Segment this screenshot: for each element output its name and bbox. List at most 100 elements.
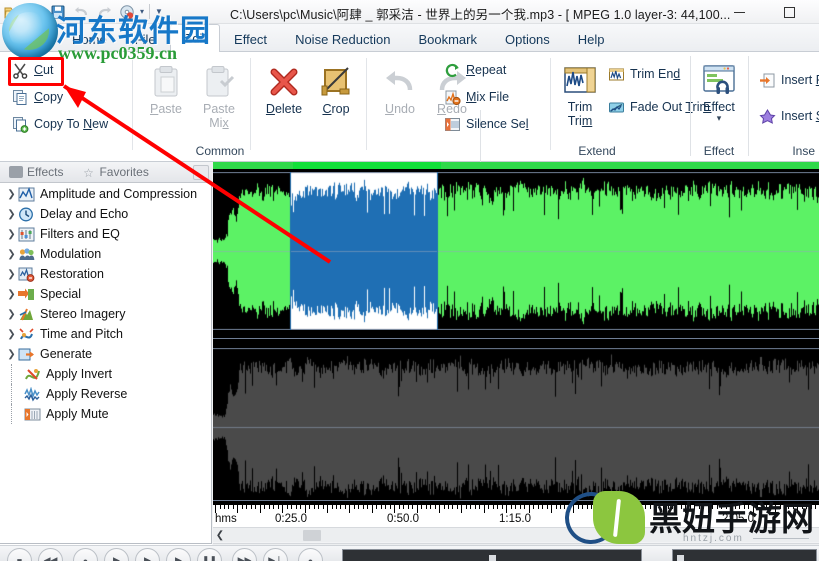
- tree-item[interactable]: ❯ Time and Pitch: [0, 324, 212, 344]
- burn-cd-icon[interactable]: [117, 1, 138, 22]
- undo-button[interactable]: Undo: [374, 60, 426, 116]
- tree-item[interactable]: Apply Mute: [0, 404, 212, 424]
- panel-tabs-overflow-button[interactable]: [193, 164, 209, 180]
- scroll-left-arrow-icon[interactable]: ❮: [213, 530, 227, 541]
- level-meter-mark: [489, 555, 496, 561]
- effect-button[interactable]: Effect ▾: [693, 58, 745, 123]
- copy-button[interactable]: Copy: [8, 85, 130, 109]
- level-meter-right: [672, 549, 817, 561]
- tab-bookmark[interactable]: Bookmark: [404, 25, 491, 52]
- expand-chevron-icon[interactable]: ❯: [5, 309, 18, 320]
- insert-silence-button[interactable]: Insert S: [755, 104, 819, 128]
- ruler-tick: [703, 505, 705, 509]
- waveform-canvas-left[interactable]: [213, 172, 819, 330]
- ruler-tick: [542, 505, 543, 509]
- waveform-canvas-right[interactable]: [213, 348, 819, 506]
- ruler-tick: [295, 505, 297, 509]
- tab-edit[interactable]: Edit: [169, 24, 221, 52]
- undo-icon[interactable]: [71, 1, 92, 22]
- extend-small-commands: Repeat Mix File Silence Sel: [440, 58, 550, 136]
- tree-item[interactable]: ❯ Generate: [0, 344, 212, 364]
- forward-button[interactable]: ▶▶: [232, 548, 257, 561]
- tab-noise-reduction[interactable]: Noise Reduction: [281, 25, 404, 52]
- tab-help[interactable]: Help: [564, 25, 619, 52]
- tab-options[interactable]: Options: [491, 25, 564, 52]
- ruler-tick: [497, 505, 499, 509]
- record-level-button[interactable]: ●: [298, 548, 323, 561]
- tab-file[interactable]: File: [121, 25, 170, 52]
- expand-chevron-icon[interactable]: ❯: [5, 349, 18, 360]
- stop-button[interactable]: ■: [7, 548, 32, 561]
- silence-sel-button[interactable]: Silence Sel: [440, 112, 550, 136]
- tree-item[interactable]: ❯ Special: [0, 284, 212, 304]
- trim-start-button[interactable]: Trim Trim: [556, 58, 604, 128]
- record-button[interactable]: ●: [73, 548, 98, 561]
- insert-file-button[interactable]: Insert F: [755, 68, 819, 92]
- ruler-tick: [416, 505, 418, 513]
- customize-quick-access-icon[interactable]: ▼: [155, 7, 163, 16]
- paste-mix-button[interactable]: Paste Mix: [193, 60, 245, 130]
- open-icon[interactable]: [2, 1, 23, 22]
- play-loop-button[interactable]: ▶: [166, 548, 191, 561]
- rewind-button[interactable]: ◀◀: [38, 548, 63, 561]
- mix-file-button[interactable]: Mix File: [440, 85, 550, 109]
- tree-item[interactable]: Apply Reverse: [0, 384, 212, 404]
- waveform-channel-left[interactable]: [213, 172, 819, 330]
- play-button[interactable]: ▶: [104, 548, 129, 561]
- ruler-tick: [524, 505, 526, 509]
- panel-tab-favorites[interactable]: ☆ Favorites: [72, 165, 157, 180]
- effects-tree: ❯ Amplitude and Compression ❯ Delay and Ech…: [0, 184, 212, 424]
- panel-tab-effects[interactable]: Effects: [0, 165, 72, 179]
- tree-item[interactable]: ❯ Filters and EQ: [0, 224, 212, 244]
- expand-chevron-icon[interactable]: ❯: [5, 249, 18, 260]
- tab-home[interactable]: Home: [58, 25, 121, 52]
- trim-end-icon: [608, 66, 625, 83]
- ruler-tick: [712, 505, 714, 509]
- expand-chevron-icon[interactable]: ❯: [5, 189, 18, 200]
- ruler-tick: [259, 505, 261, 513]
- skip-end-button[interactable]: ▶❘: [263, 548, 288, 561]
- minimize-button[interactable]: [719, 0, 759, 24]
- time-ruler[interactable]: hms 0:25.0 0:50.0 1:15.0 1:40.0 2:05.0: [213, 504, 819, 527]
- repeat-button[interactable]: Repeat: [440, 58, 550, 82]
- tree-item[interactable]: Apply Invert: [0, 364, 212, 384]
- tree-item-label: Special: [40, 287, 81, 301]
- expand-chevron-icon[interactable]: ❯: [5, 269, 18, 280]
- ruler-time-label: 0:25.0: [275, 513, 307, 525]
- play-selection-button[interactable]: ▶: [135, 548, 160, 561]
- tree-item[interactable]: ❯ Stereo Imagery: [0, 304, 212, 324]
- ruler-tick: [752, 505, 754, 513]
- tree-item[interactable]: ❯ Modulation: [0, 244, 212, 264]
- pause-button[interactable]: ❚❚: [197, 548, 222, 561]
- ruler-tick: [358, 505, 360, 509]
- chevron-down-icon[interactable]: ▾: [693, 114, 745, 123]
- ruler-tick: [394, 505, 396, 513]
- tree-item-label: Apply Mute: [46, 407, 109, 421]
- waveform-display[interactable]: [213, 162, 819, 506]
- expand-chevron-icon[interactable]: ❯: [5, 329, 18, 340]
- horizontal-scroll-top[interactable]: ❮: [213, 527, 819, 542]
- expand-chevron-icon[interactable]: ❯: [5, 289, 18, 300]
- copy-to-new-button[interactable]: Copy To New: [8, 112, 130, 136]
- tree-item[interactable]: ❯ Delay and Echo: [0, 204, 212, 224]
- scroll-thumb[interactable]: [303, 530, 321, 541]
- quick-access-dropdown[interactable]: ▾: [140, 7, 144, 16]
- special-icon: [18, 287, 35, 302]
- tree-item[interactable]: ❯ Restoration: [0, 264, 212, 284]
- cut-button[interactable]: Cut: [8, 58, 130, 82]
- redo-icon[interactable]: [94, 1, 115, 22]
- tree-item[interactable]: ❯ Amplitude and Compression: [0, 184, 212, 204]
- crop-button[interactable]: Crop: [310, 60, 362, 116]
- save-as-icon[interactable]: [25, 1, 46, 22]
- expand-chevron-icon[interactable]: ❯: [5, 209, 18, 220]
- expand-chevron-icon[interactable]: ❯: [5, 229, 18, 240]
- restoration-icon: [18, 267, 35, 282]
- waveform-channel-right[interactable]: [213, 348, 819, 506]
- delete-button[interactable]: Delete: [258, 60, 310, 116]
- effect-icon: [701, 62, 737, 98]
- save-icon[interactable]: [48, 1, 69, 22]
- ruler-tick: [627, 505, 629, 509]
- paste-button[interactable]: Paste: [140, 60, 192, 116]
- tab-effect[interactable]: Effect: [220, 25, 281, 52]
- maximize-button[interactable]: [769, 0, 809, 24]
